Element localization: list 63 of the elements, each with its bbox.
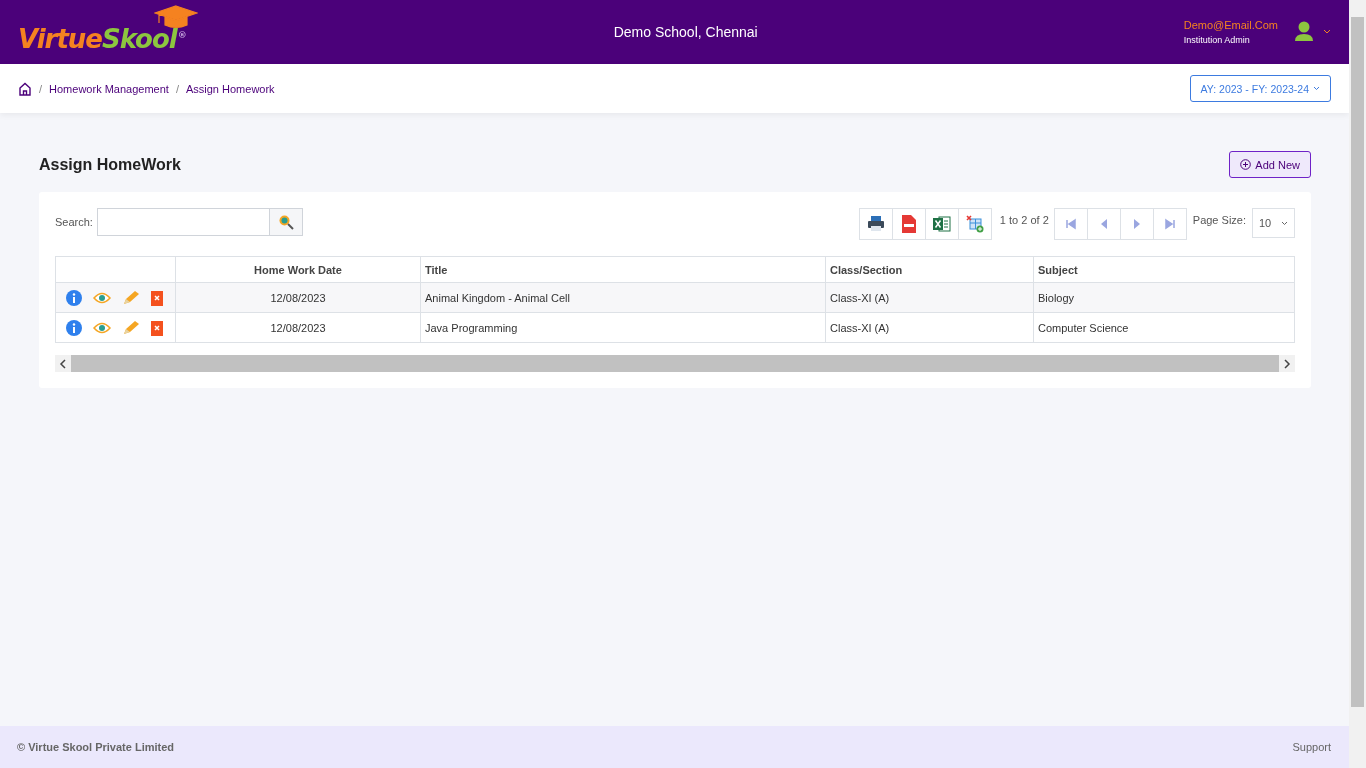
pdf-file-icon [901,215,916,233]
first-page-icon [1064,218,1077,230]
table-cell: Animal Kingdom - Animal Cell [420,282,826,313]
printer-icon [866,216,885,232]
chevron-icon [1281,220,1288,226]
breadcrumb-link[interactable]: Homework Management [49,82,169,95]
breadcrumb-separator: / [39,82,43,95]
table-cell: Java Programming [420,312,826,343]
table-add-icon [965,215,984,233]
plus-circle-icon [1240,159,1252,170]
page-size-select[interactable]: 10 [1252,208,1295,238]
user-email: Demo@Email.Com [1183,19,1278,31]
spreadsheet-icon [932,216,951,232]
info-icon[interactable] [66,319,82,336]
graduation-cap-icon [154,5,198,29]
table-cell: 12/08/2023 [175,312,421,343]
column-header: Title [420,256,826,283]
pencil-icon[interactable] [122,319,140,336]
delete-icon[interactable] [151,289,163,306]
column-header: Home Work Date [175,256,421,283]
columns-button[interactable] [957,208,992,240]
search-icon [277,214,294,230]
horizontal-scrollbar[interactable] [55,355,1295,372]
table-cell: 12/08/2023 [175,282,421,313]
school-name: Demo School, Chennai [612,24,759,40]
pencil-icon[interactable] [122,289,140,306]
year-selector[interactable]: AY: 2023 - FY: 2023-24 [1189,75,1331,102]
last-page-icon [1163,218,1176,230]
eye-icon[interactable] [93,321,111,334]
table-cell: Computer Science [1033,312,1295,343]
logo: VirtueSkool® [18,23,187,55]
eye-icon[interactable] [93,291,111,304]
pdf-button[interactable] [891,208,926,240]
last-page-button[interactable] [1152,208,1187,240]
breadcrumb-separator: / [175,82,179,95]
column-header: Class/Section [825,256,1034,283]
first-page-button[interactable] [1053,208,1088,240]
table-cell: Class-XI (A) [825,282,1034,313]
table-cell: Class-XI (A) [825,312,1034,343]
search-field[interactable] [96,208,269,236]
support-link[interactable]: Support [1292,741,1331,753]
caret-icon[interactable] [1323,29,1331,35]
record-range: 1 to 2 of 2 [999,214,1049,226]
print-button[interactable] [858,208,893,240]
next-page-button[interactable] [1119,208,1154,240]
search-label: Search: [55,216,93,228]
table-cell: Biology [1033,282,1295,313]
excel-button[interactable] [924,208,959,240]
previous-page-button[interactable] [1086,208,1121,240]
home-icon[interactable] [18,81,32,96]
breadcrumb-link[interactable]: Assign Homework [185,82,275,95]
delete-icon[interactable] [151,319,163,336]
vertical-scrollbar[interactable] [1349,0,1366,768]
search-button[interactable] [268,208,303,236]
user-avatar-icon[interactable] [1294,21,1314,43]
page-size-label: Page Size: [1192,214,1246,226]
copyright: © Virtue Skool Private Limited [17,741,175,753]
add-new-button[interactable]: Add New [1229,151,1311,178]
user-role: Institution Admin [1183,35,1251,45]
chevron-icon [1313,86,1320,91]
info-icon[interactable] [66,289,82,306]
page-title: Assign HomeWork [39,155,181,174]
column-header: Subject [1033,256,1295,283]
